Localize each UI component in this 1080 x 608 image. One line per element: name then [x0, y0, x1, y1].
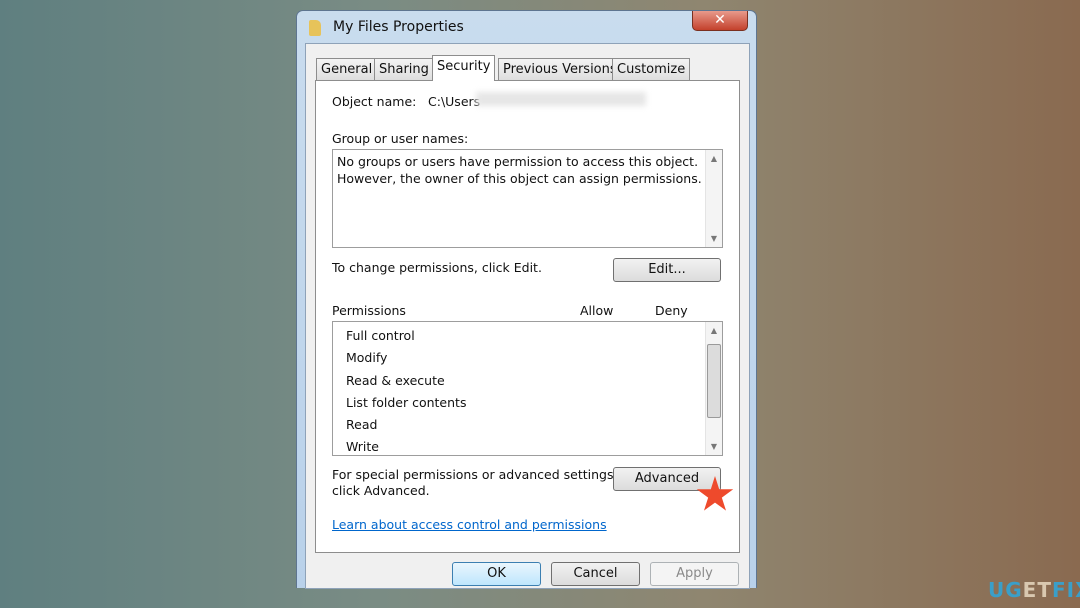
permission-item: Full control — [346, 328, 415, 343]
advanced-button[interactable]: Advanced — [613, 467, 721, 491]
allow-header: Allow — [580, 303, 614, 318]
permissions-list[interactable]: Full control Modify Read & execute List … — [332, 321, 723, 456]
group-message-line: However, the owner of this object can as… — [337, 171, 702, 186]
group-message-line: No groups or users have permission to ac… — [337, 154, 699, 169]
group-scrollbar[interactable]: ▲ ▼ — [705, 150, 722, 247]
apply-button[interactable]: Apply — [650, 562, 739, 586]
properties-dialog: My Files Properties ✕ General Sharing Se… — [296, 10, 757, 589]
permissions-scrollbar[interactable]: ▲ ▼ — [705, 322, 722, 455]
permission-item: Read — [346, 417, 378, 432]
tab-sharing[interactable]: Sharing — [374, 58, 434, 80]
object-name-label: Object name: — [332, 94, 417, 109]
folder-icon — [309, 20, 321, 36]
tab-customize[interactable]: Customize — [612, 58, 691, 80]
tab-security[interactable]: Security — [432, 55, 496, 81]
window-title: My Files Properties — [333, 19, 464, 35]
cancel-button[interactable]: Cancel — [551, 562, 640, 586]
permission-item: Read & execute — [346, 373, 445, 388]
ugetfix-watermark: UGETFIX — [988, 578, 1080, 602]
permission-item: Modify — [346, 350, 388, 365]
tab-previous-versions[interactable]: Previous Versions — [498, 58, 622, 80]
blurred-path — [476, 92, 646, 106]
object-name-value: C:\Users — [428, 94, 481, 109]
ok-button[interactable]: OK — [452, 562, 541, 586]
special-hint-line: For special permissions or advanced sett… — [332, 467, 618, 482]
dialog-body: General Sharing Security Previous Versio… — [305, 43, 750, 589]
security-panel: Object name: C:\Users Group or user name… — [315, 80, 740, 553]
group-list[interactable]: No groups or users have permission to ac… — [332, 149, 723, 248]
close-button[interactable]: ✕ — [692, 11, 748, 31]
edit-button[interactable]: Edit... — [613, 258, 721, 282]
permissions-label: Permissions — [332, 303, 406, 318]
change-hint: To change permissions, click Edit. — [332, 260, 542, 275]
special-hint-line: click Advanced. — [332, 483, 430, 498]
permission-item: Write — [346, 439, 380, 454]
group-label: Group or user names: — [332, 131, 469, 146]
learn-more-link[interactable]: Learn about access control and permissio… — [332, 517, 607, 532]
tab-general[interactable]: General — [316, 58, 378, 80]
permission-item: List folder contents — [346, 395, 467, 410]
deny-header: Deny — [655, 303, 688, 318]
